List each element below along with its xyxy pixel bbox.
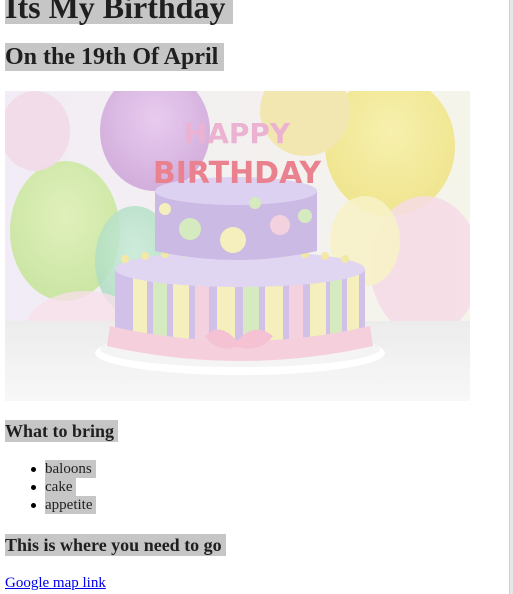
list-item-label: appetite [45,496,97,514]
list-item: baloons [31,460,96,478]
bullet-icon [31,503,36,508]
bullet-icon [31,467,36,472]
where-to-go-heading: This is where you need to go [5,534,226,556]
list-item-label: cake [45,478,77,496]
list-item-label: baloons [45,460,96,478]
google-map-link[interactable]: Google map link [5,574,106,592]
list-item: appetite [31,496,97,514]
list-item: cake [31,478,96,496]
birthday-cake-image: HAPPY BIRTHDAY [5,91,470,401]
what-to-bring-heading: What to bring [5,420,119,442]
bullet-icon [31,485,36,490]
scrollbar[interactable] [509,0,513,594]
page-title: Its My Birthday [5,0,234,24]
bring-list: baloons cake appetite [31,460,97,514]
page-subtitle: On the 19th Of April [5,43,225,71]
